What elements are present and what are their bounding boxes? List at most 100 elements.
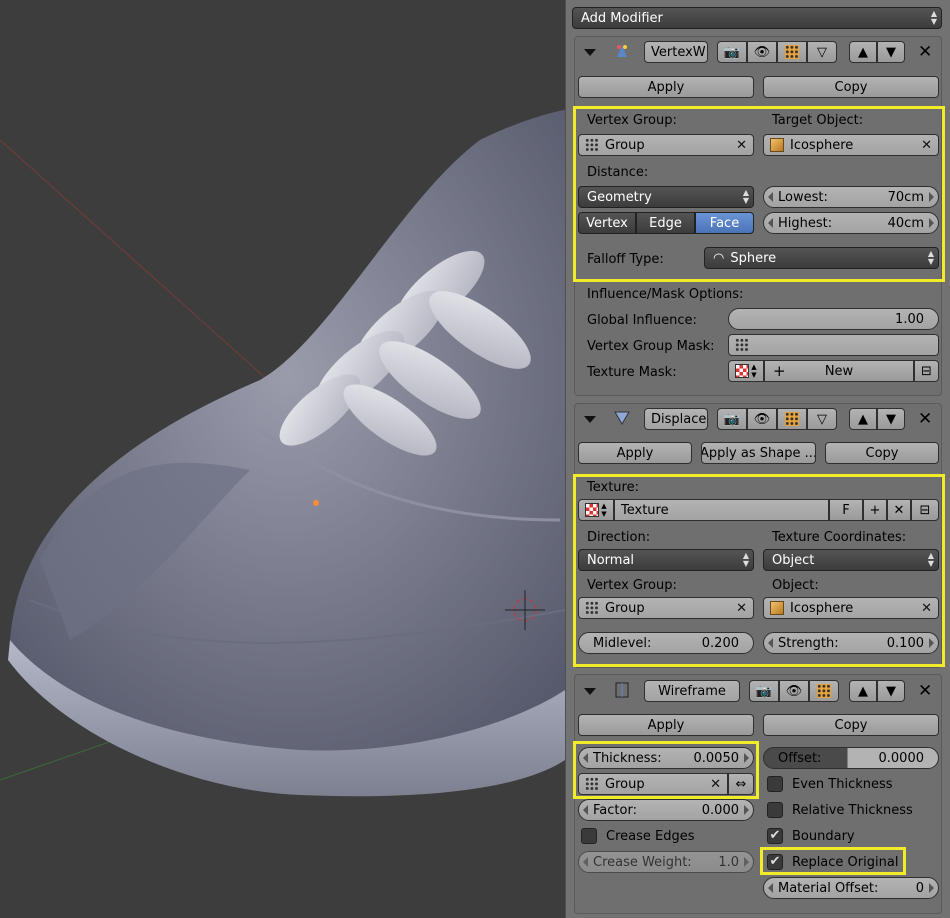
replace-original-checkbox[interactable]: ✔ bbox=[767, 854, 783, 870]
cube-object-icon bbox=[770, 138, 784, 152]
wireframe-copy-button[interactable]: Copy bbox=[763, 714, 939, 736]
displace-apply-button[interactable]: Apply bbox=[578, 442, 692, 464]
clear-icon[interactable]: ✕ bbox=[921, 138, 932, 153]
displace-name-field[interactable]: Displace bbox=[644, 408, 708, 430]
clear-icon[interactable]: ✕ bbox=[710, 777, 721, 792]
editmode-icon[interactable] bbox=[809, 680, 839, 702]
new-texture-button[interactable]: + New bbox=[764, 360, 914, 382]
cage-icon[interactable]: ▽ bbox=[807, 408, 837, 430]
close-icon[interactable]: ✕ bbox=[887, 499, 911, 521]
move-down-icon[interactable]: ▼ bbox=[877, 408, 905, 430]
mode-edge-button[interactable]: Edge bbox=[636, 212, 695, 234]
strength-label: Strength: bbox=[778, 635, 839, 651]
eye-icon[interactable]: 👁 bbox=[747, 408, 777, 430]
editmode-icon[interactable] bbox=[777, 41, 807, 63]
group-value: Group bbox=[605, 776, 645, 792]
plus-icon[interactable]: + bbox=[863, 499, 887, 521]
texture-mask-label: Texture Mask: bbox=[587, 365, 677, 380]
move-up-icon[interactable]: ▲ bbox=[849, 680, 877, 702]
vertex-group-field[interactable]: Group ✕ bbox=[578, 134, 754, 156]
global-influence-label: Global Influence: bbox=[587, 313, 697, 328]
copy-label: Copy bbox=[865, 445, 899, 461]
relative-thickness-checkbox[interactable] bbox=[767, 802, 783, 818]
apply-shape-label: Apply as Shape ... bbox=[701, 445, 816, 461]
crease-weight-field[interactable]: Crease Weight: 1.0 bbox=[578, 851, 754, 873]
close-icon[interactable]: ✕ bbox=[918, 42, 932, 62]
vertex-group-field[interactable]: Group ✕ bbox=[578, 597, 754, 619]
object-field[interactable]: Icosphere ✕ bbox=[763, 597, 939, 619]
camera-icon[interactable]: 📷 bbox=[717, 408, 747, 430]
vertexweight-name-field[interactable]: VertexW bbox=[644, 41, 708, 63]
toggle-icon[interactable]: ⊟ bbox=[914, 360, 939, 382]
material-offset-value: 0 bbox=[915, 880, 924, 896]
boundary-checkbox[interactable]: ✔ bbox=[767, 828, 783, 844]
clear-icon[interactable]: ✕ bbox=[921, 601, 932, 616]
thickness-value: 0.0050 bbox=[693, 750, 740, 766]
move-up-icon[interactable]: ▲ bbox=[849, 41, 877, 63]
toggle-icon[interactable]: ⊟ bbox=[911, 499, 939, 521]
copy-label: Copy bbox=[834, 79, 868, 95]
mode-face-button[interactable]: Face bbox=[695, 212, 754, 234]
close-icon[interactable]: ✕ bbox=[918, 409, 932, 429]
global-influence-field[interactable]: 1.00 bbox=[728, 308, 939, 330]
mode-vertex-button[interactable]: Vertex bbox=[578, 212, 636, 234]
crease-edges-checkbox[interactable] bbox=[581, 828, 597, 844]
camera-icon[interactable]: 📷 bbox=[749, 680, 779, 702]
wireframe-apply-button[interactable]: Apply bbox=[578, 714, 754, 736]
checker-texture-icon[interactable]: ▲ ▼ bbox=[728, 360, 764, 382]
vertex-group-label: Vertex Group: bbox=[587, 578, 677, 593]
eye-icon[interactable]: 👁 bbox=[779, 680, 809, 702]
lowest-field[interactable]: Lowest: 70cm bbox=[763, 186, 939, 208]
highest-field[interactable]: Highest: 40cm bbox=[763, 212, 939, 234]
clear-icon[interactable]: ✕ bbox=[736, 138, 747, 153]
vertexweight-copy-button[interactable]: Copy bbox=[763, 76, 939, 98]
editmode-icon[interactable] bbox=[777, 408, 807, 430]
vertex-group-mask-field[interactable] bbox=[728, 334, 939, 356]
camera-icon[interactable]: 📷 bbox=[717, 41, 747, 63]
target-object-field[interactable]: Icosphere ✕ bbox=[763, 134, 939, 156]
texture-name-field[interactable]: Texture bbox=[614, 499, 829, 521]
add-modifier-dropdown[interactable]: Add Modifier ▲ ▼ bbox=[572, 7, 942, 29]
fake-user-button[interactable]: F bbox=[829, 499, 863, 521]
material-offset-field[interactable]: Material Offset: 0 bbox=[763, 877, 939, 899]
collapse-arrow-icon[interactable] bbox=[584, 688, 596, 695]
thickness-label: Thickness: bbox=[593, 750, 662, 766]
distance-dropdown[interactable]: Geometry ▲ ▼ bbox=[578, 186, 754, 208]
wireframe-name-field[interactable]: Wireframe bbox=[644, 680, 740, 702]
f-label: F bbox=[842, 502, 850, 518]
new-label: New bbox=[824, 363, 854, 379]
direction-dropdown[interactable]: Normal ▲ ▼ bbox=[578, 549, 754, 571]
vertexweight-apply-button[interactable]: Apply bbox=[578, 76, 754, 98]
move-down-icon[interactable]: ▼ bbox=[877, 41, 905, 63]
move-down-icon[interactable]: ▼ bbox=[877, 680, 905, 702]
swap-icon[interactable]: ⇔ bbox=[728, 773, 754, 795]
close-icon[interactable]: ✕ bbox=[918, 681, 932, 701]
eye-icon[interactable]: 👁 bbox=[747, 41, 777, 63]
midlevel-field[interactable]: Midlevel: 0.200 bbox=[578, 632, 754, 654]
collapse-arrow-icon[interactable] bbox=[584, 49, 596, 56]
cage-icon[interactable]: ▽ bbox=[807, 41, 837, 63]
object-label: Object: bbox=[772, 578, 819, 593]
mode-face-label: Face bbox=[709, 215, 740, 231]
distance-label: Distance: bbox=[587, 165, 649, 180]
texture-coordinates-dropdown[interactable]: Object ▲ ▼ bbox=[763, 549, 939, 571]
offset-field[interactable]: Offset: 0.0000 bbox=[763, 747, 939, 769]
displace-copy-button[interactable]: Copy bbox=[825, 442, 939, 464]
factor-field[interactable]: Factor: 0.000 bbox=[578, 799, 754, 821]
thickness-field[interactable]: Thickness: 0.0050 bbox=[578, 747, 754, 769]
checker-texture-icon[interactable]: ▲ ▼ bbox=[578, 499, 614, 521]
3d-viewport[interactable] bbox=[0, 0, 565, 918]
even-thickness-checkbox[interactable] bbox=[767, 776, 783, 792]
collapse-arrow-icon[interactable] bbox=[584, 416, 596, 423]
apply-as-shape-button[interactable]: Apply as Shape ... bbox=[701, 442, 816, 464]
clear-icon[interactable]: ✕ bbox=[736, 601, 747, 616]
falloff-type-dropdown[interactable]: ◠ Sphere ▲ ▼ bbox=[704, 247, 939, 269]
strength-field[interactable]: Strength: 0.100 bbox=[763, 632, 939, 654]
wireframe-vertex-group-field[interactable]: Group ✕ bbox=[578, 773, 728, 795]
move-up-icon[interactable]: ▲ bbox=[849, 408, 877, 430]
influence-mask-label: Influence/Mask Options: bbox=[587, 287, 744, 302]
apply-label: Apply bbox=[616, 445, 654, 461]
updown-arrows-icon: ▲ ▼ bbox=[927, 551, 934, 568]
highest-label: Highest: bbox=[778, 215, 833, 231]
updown-arrows-icon: ▲ ▼ bbox=[927, 249, 934, 266]
